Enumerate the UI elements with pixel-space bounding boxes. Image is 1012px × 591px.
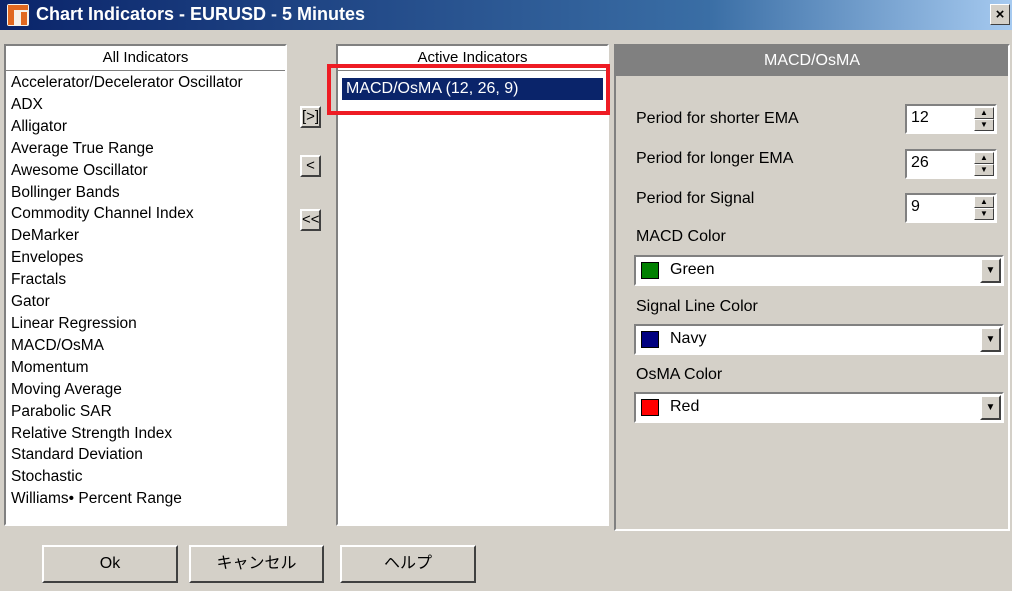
signal-color-swatch [641,331,659,348]
indicator-list-item[interactable]: Stochastic [6,466,285,488]
remove-all-indicators-button[interactable]: << [300,209,321,231]
short-ema-value: 12 [911,109,929,126]
indicator-list-item[interactable]: Fractals [6,269,285,291]
indicator-list-item[interactable]: Moving Average [6,379,285,401]
macd-color-select[interactable]: Green ▼ [634,255,1004,286]
app-icon [7,4,29,26]
spin-down-icon[interactable]: ▼ [974,164,994,176]
active-indicators-items: MACD/OsMA (12, 26, 9) [338,76,607,524]
indicator-list-item[interactable]: Parabolic SAR [6,401,285,423]
osma-color-select[interactable]: Red ▼ [634,392,1004,423]
spin-up-icon[interactable]: ▲ [974,196,994,208]
chevron-down-icon[interactable]: ▼ [980,395,1001,420]
properties-header: MACD/OsMA [616,46,1008,76]
osma-color-label: OsMA Color [636,366,723,383]
indicator-list-item[interactable]: Accelerator/Decelerator Oscillator [6,72,285,94]
indicator-list-item[interactable]: Commodity Channel Index [6,203,285,225]
spin-up-icon[interactable]: ▲ [974,152,994,164]
all-indicators-items: Accelerator/Decelerator Oscillator ADX All… [6,72,285,524]
macd-color-label: MACD Color [636,228,726,245]
indicator-list-item[interactable]: DeMarker [6,225,285,247]
indicator-list-item[interactable]: Williams• Percent Range [6,488,285,510]
signal-period-label: Period for Signal [636,190,755,207]
signal-color-value: Navy [670,330,707,347]
remove-indicator-button[interactable]: < [300,155,321,177]
macd-color-swatch [641,262,659,279]
signal-color-select[interactable]: Navy ▼ [634,324,1004,355]
indicator-list-item[interactable]: Relative Strength Index [6,423,285,445]
indicator-list-item[interactable]: Awesome Oscillator [6,160,285,182]
short-ema-label: Period for shorter EMA [636,110,799,127]
spin-up-icon[interactable]: ▲ [974,107,994,119]
chevron-down-icon[interactable]: ▼ [980,258,1001,283]
close-button[interactable]: × [990,4,1010,25]
long-ema-spinner[interactable]: 26 ▲ ▼ [905,149,997,179]
macd-color-value: Green [670,261,715,278]
long-ema-value: 26 [911,154,929,171]
osma-color-swatch [641,399,659,416]
properties-panel: MACD/OsMA Period for shorter EMA 12 ▲ ▼ P… [614,44,1010,531]
spin-down-icon[interactable]: ▼ [974,208,994,220]
highlight-annotation-box [327,64,610,115]
ok-button[interactable]: Ok [42,545,178,583]
short-ema-spinner[interactable]: 12 ▲ ▼ [905,104,997,134]
window-title: Chart Indicators - EURUSD - 5 Minutes [36,4,366,24]
long-ema-label: Period for longer EMA [636,150,794,167]
indicator-list-item[interactable]: ADX [6,94,285,116]
osma-color-value: Red [670,398,700,415]
indicator-list-item[interactable]: Linear Regression [6,313,285,335]
indicator-list-item[interactable]: Average True Range [6,138,285,160]
chevron-down-icon[interactable]: ▼ [980,327,1001,352]
all-indicators-header: All Indicators [6,46,285,71]
title-bar: Chart Indicators - EURUSD - 5 Minutes × [0,0,1012,30]
signal-period-spinner[interactable]: 9 ▲ ▼ [905,193,997,223]
help-button[interactable]: ヘルプ [340,545,476,583]
signal-color-label: Signal Line Color [636,298,758,315]
all-indicators-list[interactable]: All Indicators Accelerator/Decelerator O… [4,44,287,526]
indicator-list-item[interactable]: Bollinger Bands [6,182,285,204]
indicator-list-item[interactable]: Gator [6,291,285,313]
cancel-button[interactable]: キャンセル [189,545,324,583]
add-indicator-button[interactable]: [>] [300,106,321,128]
indicator-list-item[interactable]: Standard Deviation [6,444,285,466]
indicator-list-item[interactable]: Momentum [6,357,285,379]
spin-down-icon[interactable]: ▼ [974,119,994,131]
indicator-list-item[interactable]: MACD/OsMA [6,335,285,357]
indicator-list-item[interactable]: Alligator [6,116,285,138]
active-indicators-list[interactable]: Active Indicators MACD/OsMA (12, 26, 9) [336,44,609,526]
signal-period-value: 9 [911,198,920,215]
indicator-list-item[interactable]: Envelopes [6,247,285,269]
